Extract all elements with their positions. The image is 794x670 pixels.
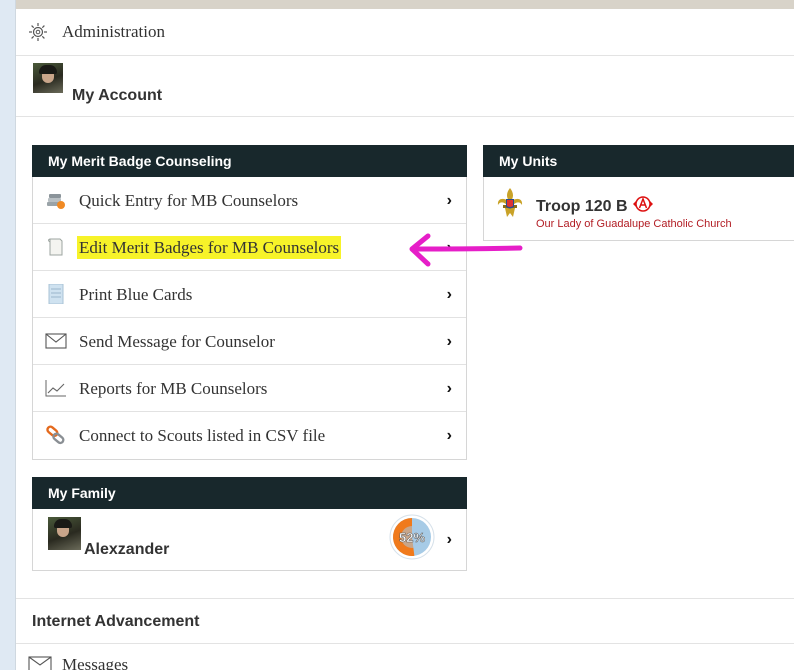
chevron-right-icon: ›	[446, 380, 452, 397]
chain-link-icon	[46, 425, 65, 445]
fleur-de-lis-icon	[497, 188, 523, 217]
troop-organization: Our Lady of Guadalupe Catholic Church	[536, 218, 732, 230]
troop-card[interactable]: Troop 120 B Our Lady of Guadalupe Cathol…	[483, 177, 794, 241]
books-icon	[47, 194, 65, 209]
messages-row[interactable]: Messages	[16, 643, 794, 670]
line-chart-icon	[45, 380, 66, 397]
envelope-icon	[45, 333, 67, 349]
advancement-icon	[633, 196, 654, 212]
internet-advancement-row[interactable]: Internet Advancement	[16, 598, 794, 644]
menu-item-label: Send Message for Counselor	[79, 332, 275, 351]
gear-icon	[29, 23, 47, 41]
document-icon	[48, 238, 63, 256]
menu-item-label: Connect to Scouts listed in CSV file	[79, 426, 326, 445]
family-member-name: Alexzander	[84, 541, 170, 558]
top-bar	[16, 0, 794, 9]
my-units-panel-header: My Units	[483, 145, 794, 177]
menu-item-label: Reports for MB Counselors	[79, 379, 268, 398]
chevron-right-icon: ›	[446, 192, 452, 209]
family-member-row[interactable]: Alexzander 52% ›	[32, 509, 467, 571]
blue-card-icon	[48, 284, 64, 304]
internet-advancement-label: Internet Advancement	[32, 613, 200, 630]
administration-row[interactable]: Administration	[16, 9, 794, 56]
merit-badge-list: Quick Entry for MB Counselors › Edit Mer…	[32, 177, 467, 460]
menu-item-label: Quick Entry for MB Counselors	[79, 191, 299, 210]
envelope-icon	[28, 656, 52, 670]
troop-name: Troop 120 B	[536, 195, 654, 216]
chevron-right-icon: ›	[446, 286, 452, 303]
progress-ring: 52%	[389, 514, 435, 560]
my-account-label: My Account	[72, 87, 163, 104]
progress-label: 52%	[399, 530, 425, 545]
chevron-right-icon: ›	[446, 333, 452, 350]
avatar	[33, 63, 63, 93]
reports-item[interactable]: Reports for MB Counselors ›	[33, 365, 466, 412]
avatar	[48, 517, 81, 550]
print-blue-cards-item[interactable]: Print Blue Cards ›	[33, 271, 466, 318]
my-family-panel-header: My Family	[32, 477, 467, 509]
quick-entry-item[interactable]: Quick Entry for MB Counselors ›	[33, 177, 466, 224]
messages-label: Messages	[62, 655, 129, 670]
send-message-item[interactable]: Send Message for Counselor ›	[33, 318, 466, 365]
chevron-right-icon: ›	[446, 427, 452, 444]
page: Administration My Account My Merit Badge…	[15, 0, 794, 670]
highlighted-label: Edit Merit Badges for MB Counselors	[77, 236, 342, 259]
administration-label: Administration	[62, 22, 165, 41]
chevron-right-icon: ›	[446, 531, 452, 548]
my-account-row[interactable]: My Account	[16, 56, 794, 117]
menu-item-label: Print Blue Cards	[79, 285, 193, 304]
merit-badge-panel-header: My Merit Badge Counseling	[32, 145, 467, 177]
annotation-arrow	[409, 233, 523, 267]
troop-name-text: Troop 120 B	[536, 198, 628, 215]
connect-csv-item[interactable]: Connect to Scouts listed in CSV file ›	[33, 412, 466, 459]
menu-item-label: Edit Merit Badges for MB Counselors	[77, 236, 342, 259]
